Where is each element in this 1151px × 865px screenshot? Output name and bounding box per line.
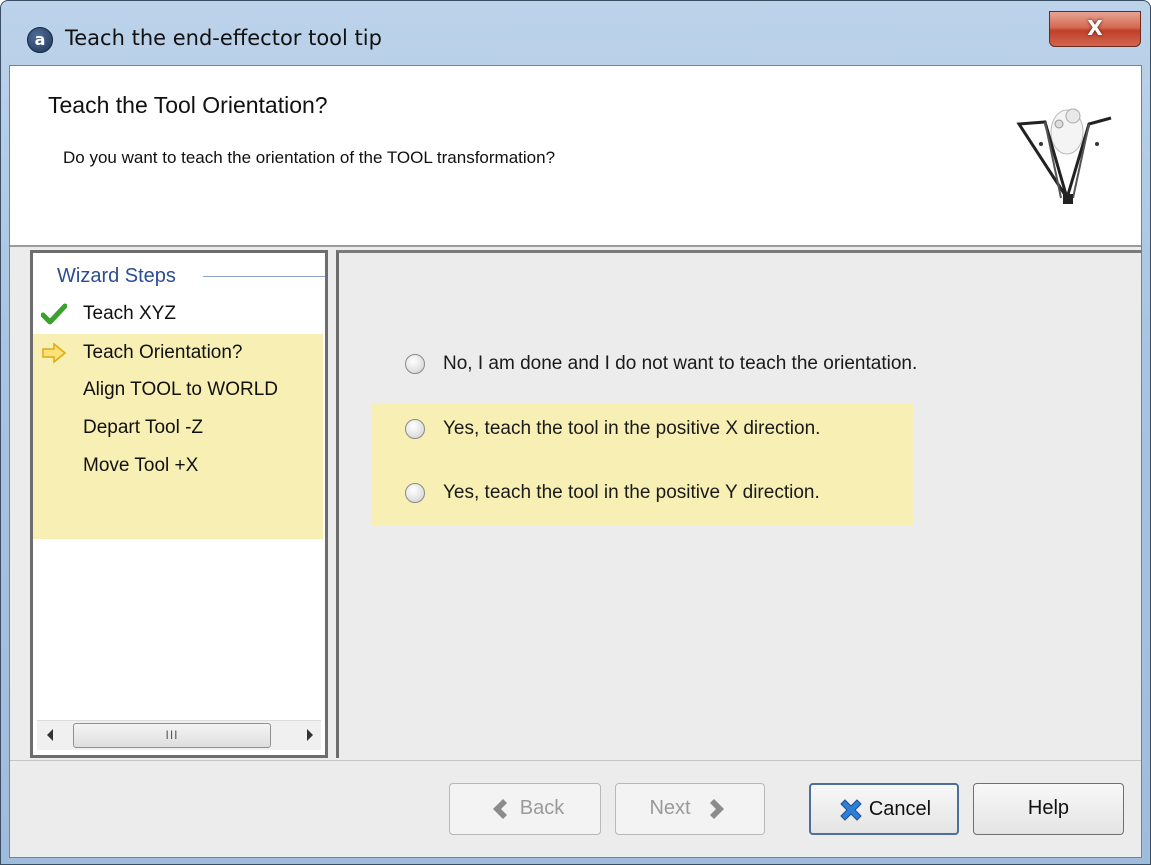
option-positive-y[interactable]: Yes, teach the tool in the positive Y di… bbox=[405, 478, 1105, 508]
title-bar[interactable]: a Teach the end-effector tool tip X bbox=[1, 1, 1150, 65]
step-label: Teach Orientation? bbox=[83, 342, 243, 363]
step-label: Move Tool +X bbox=[83, 455, 199, 476]
scrollbar-thumb[interactable]: III bbox=[73, 723, 271, 748]
back-button[interactable]: Back bbox=[449, 783, 601, 835]
step-teach-orientation: Teach Orientation? bbox=[33, 338, 323, 372]
arrow-right-icon bbox=[42, 342, 67, 364]
option-label[interactable]: No, I am done and I do not want to teach… bbox=[443, 353, 917, 375]
cancel-label: Cancel bbox=[868, 798, 932, 820]
radio-button[interactable] bbox=[405, 483, 425, 503]
scroll-right-icon[interactable] bbox=[307, 729, 313, 741]
step-align-tool: Align TOOL to WORLD bbox=[33, 375, 323, 409]
step-label: Teach XYZ bbox=[83, 303, 176, 324]
wizard-body: Teach the Tool Orientation? Do you want … bbox=[9, 65, 1142, 858]
close-button[interactable]: X bbox=[1049, 11, 1141, 47]
wizard-steps-panel: Wizard Steps Teach XYZ Teach Orientation… bbox=[30, 250, 328, 758]
horizontal-scrollbar[interactable]: III bbox=[37, 720, 321, 750]
page-title: Teach the Tool Orientation? bbox=[48, 92, 328, 118]
step-teach-xyz: Teach XYZ bbox=[33, 299, 323, 333]
next-button[interactable]: Next bbox=[615, 783, 765, 835]
checkmark-icon bbox=[41, 303, 67, 325]
wizard-steps-heading: Wizard Steps bbox=[57, 265, 176, 287]
help-label: Help bbox=[1027, 797, 1070, 819]
options-panel: No, I am done and I do not want to teach… bbox=[336, 250, 1141, 758]
next-label: Next bbox=[649, 797, 691, 819]
radio-button[interactable] bbox=[405, 419, 425, 439]
wizard-window: a Teach the end-effector tool tip X Teac… bbox=[0, 0, 1151, 865]
step-depart-tool: Depart Tool -Z bbox=[33, 413, 323, 447]
step-label: Depart Tool -Z bbox=[83, 417, 204, 438]
radio-button[interactable] bbox=[405, 354, 425, 374]
help-button[interactable]: Help bbox=[973, 783, 1124, 835]
chevron-left-icon bbox=[492, 798, 507, 819]
scroll-left-icon[interactable] bbox=[47, 729, 53, 741]
step-label: Align TOOL to WORLD bbox=[83, 379, 278, 400]
delta-robot-icon bbox=[1016, 108, 1112, 204]
app-icon: a bbox=[27, 27, 53, 53]
back-label: Back bbox=[519, 797, 565, 819]
page-subtitle: Do you want to teach the orientation of … bbox=[63, 148, 556, 167]
wizard-header: Teach the Tool Orientation? Do you want … bbox=[10, 66, 1141, 247]
button-bar: Back Next Cancel Help bbox=[10, 760, 1141, 857]
cancel-button[interactable]: Cancel bbox=[809, 783, 959, 835]
step-move-tool: Move Tool +X bbox=[33, 451, 323, 485]
option-label[interactable]: Yes, teach the tool in the positive Y di… bbox=[443, 482, 820, 504]
option-label[interactable]: Yes, teach the tool in the positive X di… bbox=[443, 418, 820, 440]
cancel-x-icon bbox=[840, 799, 862, 821]
window-title: Teach the end-effector tool tip bbox=[65, 26, 382, 50]
option-no-done[interactable]: No, I am done and I do not want to teach… bbox=[405, 349, 1105, 379]
option-positive-x[interactable]: Yes, teach the tool in the positive X di… bbox=[405, 414, 1105, 444]
chevron-right-icon bbox=[709, 798, 724, 819]
heading-divider bbox=[203, 276, 325, 277]
